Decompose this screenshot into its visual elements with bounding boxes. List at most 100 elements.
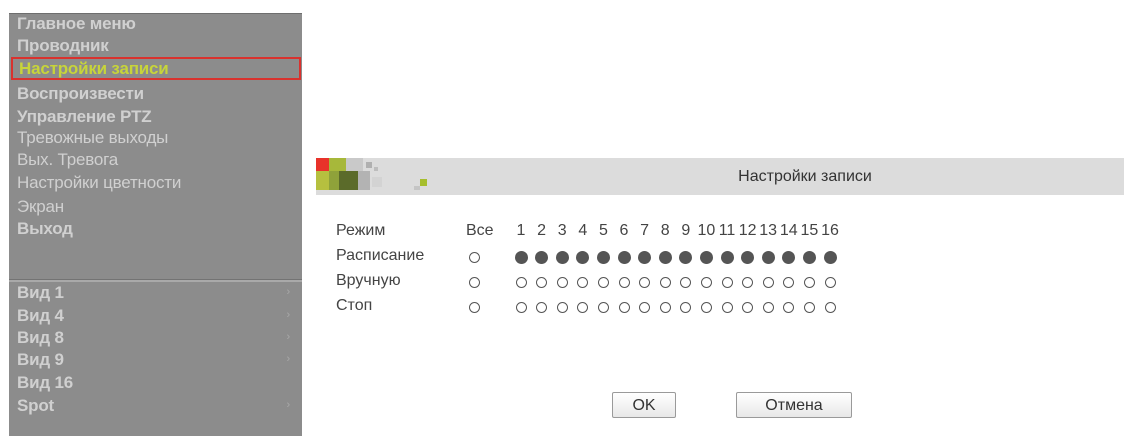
menu-item-label: Вид 1 <box>17 283 64 302</box>
channel-radio[interactable] <box>783 301 795 313</box>
menu-item-label: Вид 8 <box>17 328 64 347</box>
channel-radio[interactable] <box>514 250 528 264</box>
channel-radio[interactable] <box>659 301 671 313</box>
menu-item-view[interactable]: Вид 1 › <box>9 281 302 304</box>
channel-radio[interactable] <box>802 250 816 264</box>
record-settings-dialog: Настройки записи Режим Все 1 2 3 4 5 6 7 8 9 10 11 12… <box>316 158 1124 436</box>
menu-item[interactable]: Воспроизвести <box>9 82 302 105</box>
radio-all[interactable] <box>469 302 480 313</box>
menu-item-view[interactable]: Вид 16 <box>9 371 302 394</box>
channel-radio[interactable] <box>535 250 549 264</box>
channel-radio[interactable] <box>639 301 651 313</box>
menu-item-label: Spot <box>17 396 54 415</box>
channel-radio[interactable] <box>536 301 548 313</box>
channel-radio[interactable] <box>700 276 712 288</box>
channel-radio[interactable] <box>680 276 692 288</box>
chevron-right-icon: › <box>286 399 291 411</box>
menu-item[interactable]: Выход <box>9 217 302 240</box>
channel-radio[interactable] <box>742 301 754 313</box>
channel-radio[interactable] <box>556 276 568 288</box>
channel-header: 9 <box>681 222 691 239</box>
cancel-button[interactable]: Отмена <box>736 392 852 418</box>
channel-radio[interactable] <box>823 250 837 264</box>
channel-radio[interactable] <box>597 276 609 288</box>
row-label: Расписание <box>336 247 425 264</box>
menu-item[interactable]: Проводник <box>9 34 302 57</box>
menu-item-view[interactable]: Spot › <box>9 394 302 417</box>
channel-header: 1 <box>516 222 526 239</box>
row-label: Вручную <box>336 272 401 289</box>
channel-radio[interactable] <box>680 301 692 313</box>
chevron-right-icon: › <box>286 309 291 321</box>
menu-item[interactable]: Настройки записи <box>11 57 301 80</box>
radio-all[interactable] <box>469 252 480 263</box>
menu-item-view[interactable]: Вид 9 › <box>9 348 302 371</box>
all-label: Все <box>466 222 494 239</box>
dialog-title: Настройки записи <box>738 168 872 185</box>
channel-radio[interactable] <box>536 276 548 288</box>
channel-header: 5 <box>598 222 608 239</box>
channel-radio[interactable] <box>824 276 836 288</box>
channel-header: 8 <box>660 222 670 239</box>
menu-item-view[interactable]: Вид 4 › <box>9 304 302 327</box>
channel-radio[interactable] <box>596 250 610 264</box>
channel-header: 3 <box>557 222 567 239</box>
channel-radio[interactable] <box>824 301 836 313</box>
channel-radio[interactable] <box>515 301 527 313</box>
menu-item[interactable]: Вых. Тревога <box>9 148 302 171</box>
channel-radio[interactable] <box>577 276 589 288</box>
channel-radio[interactable] <box>741 250 755 264</box>
channel-radio[interactable] <box>617 250 631 264</box>
channel-header: 6 <box>619 222 629 239</box>
channel-radio[interactable] <box>783 276 795 288</box>
channel-radio[interactable] <box>761 250 775 264</box>
channel-radio[interactable] <box>639 276 651 288</box>
menu-item-view[interactable]: Вид 8 › <box>9 326 302 349</box>
channel-radio[interactable] <box>658 250 672 264</box>
channel-header: 12 <box>738 222 757 239</box>
channel-radio[interactable] <box>515 276 527 288</box>
channel-radio[interactable] <box>555 250 569 264</box>
channel-header: 7 <box>640 222 650 239</box>
channel-radio[interactable] <box>700 301 712 313</box>
channel-radio[interactable] <box>803 301 815 313</box>
channel-radio[interactable] <box>556 301 568 313</box>
context-menu: Главное меню Проводник Настройки записи Вос… <box>9 13 302 436</box>
channel-header: 11 <box>718 222 736 239</box>
chevron-right-icon: › <box>286 331 291 343</box>
channel-radio[interactable] <box>803 276 815 288</box>
channel-radio[interactable] <box>576 250 590 264</box>
row-label: Стоп <box>336 297 373 314</box>
menu-item[interactable]: Управление PTZ <box>9 105 302 128</box>
channel-header: 2 <box>537 222 547 239</box>
channel-radio[interactable] <box>721 301 733 313</box>
radio-all[interactable] <box>469 277 480 288</box>
menu-separator <box>9 279 302 282</box>
mode-label: Режим <box>336 222 386 239</box>
channel-radio[interactable] <box>638 250 652 264</box>
menu-item-label: Вид 16 <box>17 373 73 392</box>
channel-radio[interactable] <box>659 276 671 288</box>
channel-radio[interactable] <box>618 276 630 288</box>
menu-item-label: Вид 4 <box>17 306 64 325</box>
menu-item[interactable]: Главное меню <box>9 12 302 35</box>
channel-radio[interactable] <box>597 301 609 313</box>
channel-radio[interactable] <box>762 301 774 313</box>
menu-item[interactable]: Экран <box>9 195 302 218</box>
menu-item[interactable]: Тревожные выходы <box>9 126 302 149</box>
menu-item-label: Вид 9 <box>17 350 64 369</box>
channel-radio[interactable] <box>782 250 796 264</box>
channel-radio[interactable] <box>679 250 693 264</box>
channel-radio[interactable] <box>577 301 589 313</box>
channel-radio[interactable] <box>720 250 734 264</box>
channel-radio[interactable] <box>742 276 754 288</box>
channel-radio[interactable] <box>721 276 733 288</box>
channel-radio[interactable] <box>618 301 630 313</box>
channel-radio[interactable] <box>762 276 774 288</box>
channel-header: 16 <box>821 222 839 239</box>
menu-item[interactable]: Настройки цветности <box>9 171 302 194</box>
ok-button[interactable]: OK <box>612 392 676 418</box>
dialog-header: Настройки записи <box>316 158 1124 195</box>
channel-radio[interactable] <box>699 250 713 264</box>
channel-header: 13 <box>759 222 778 239</box>
